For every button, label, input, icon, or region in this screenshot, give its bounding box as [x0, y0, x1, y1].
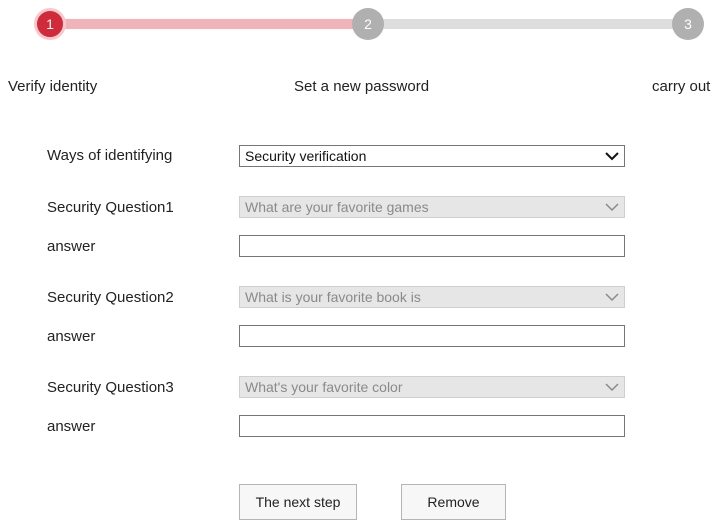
step-2-label: Set a new password	[294, 78, 430, 95]
answer-2-input[interactable]	[239, 325, 625, 347]
security-question-2-label: Security Question2	[47, 289, 174, 306]
step-2-circle: 2	[352, 8, 384, 40]
step-track-completed	[50, 19, 368, 29]
step-3-circle: 3	[672, 8, 704, 40]
step-3-label: carry out	[652, 78, 711, 95]
chevron-down-icon	[605, 203, 619, 212]
answer-3-input[interactable]	[239, 415, 625, 437]
answer-2-label: answer	[47, 328, 96, 345]
security-question-2-value: What is your favorite book is	[245, 289, 421, 305]
chevron-down-icon	[605, 152, 619, 161]
security-question-2-select[interactable]: What is your favorite book is	[239, 286, 625, 308]
answer-1-label: answer	[47, 238, 96, 255]
security-question-3-label: Security Question3	[47, 379, 174, 396]
answer-3-label: answer	[47, 418, 96, 435]
security-question-1-select[interactable]: What are your favorite games	[239, 196, 625, 218]
security-question-1-value: What are your favorite games	[245, 199, 429, 215]
security-question-3-value: What's your favorite color	[245, 379, 403, 395]
identify-method-select[interactable]: Security verification	[239, 145, 625, 167]
identify-method-label: Ways of identifying	[47, 147, 173, 164]
step-track-pending	[368, 19, 688, 29]
chevron-down-icon	[605, 293, 619, 302]
identify-method-value: Security verification	[245, 148, 367, 164]
step-1-circle: 1	[34, 8, 66, 40]
chevron-down-icon	[605, 383, 619, 392]
remove-button[interactable]: Remove	[401, 484, 506, 520]
security-question-1-label: Security Question1	[47, 199, 174, 216]
security-question-3-select[interactable]: What's your favorite color	[239, 376, 625, 398]
answer-1-input[interactable]	[239, 235, 625, 257]
next-step-button[interactable]: The next step	[239, 484, 357, 520]
step-1-label: Verify identity	[8, 78, 98, 95]
